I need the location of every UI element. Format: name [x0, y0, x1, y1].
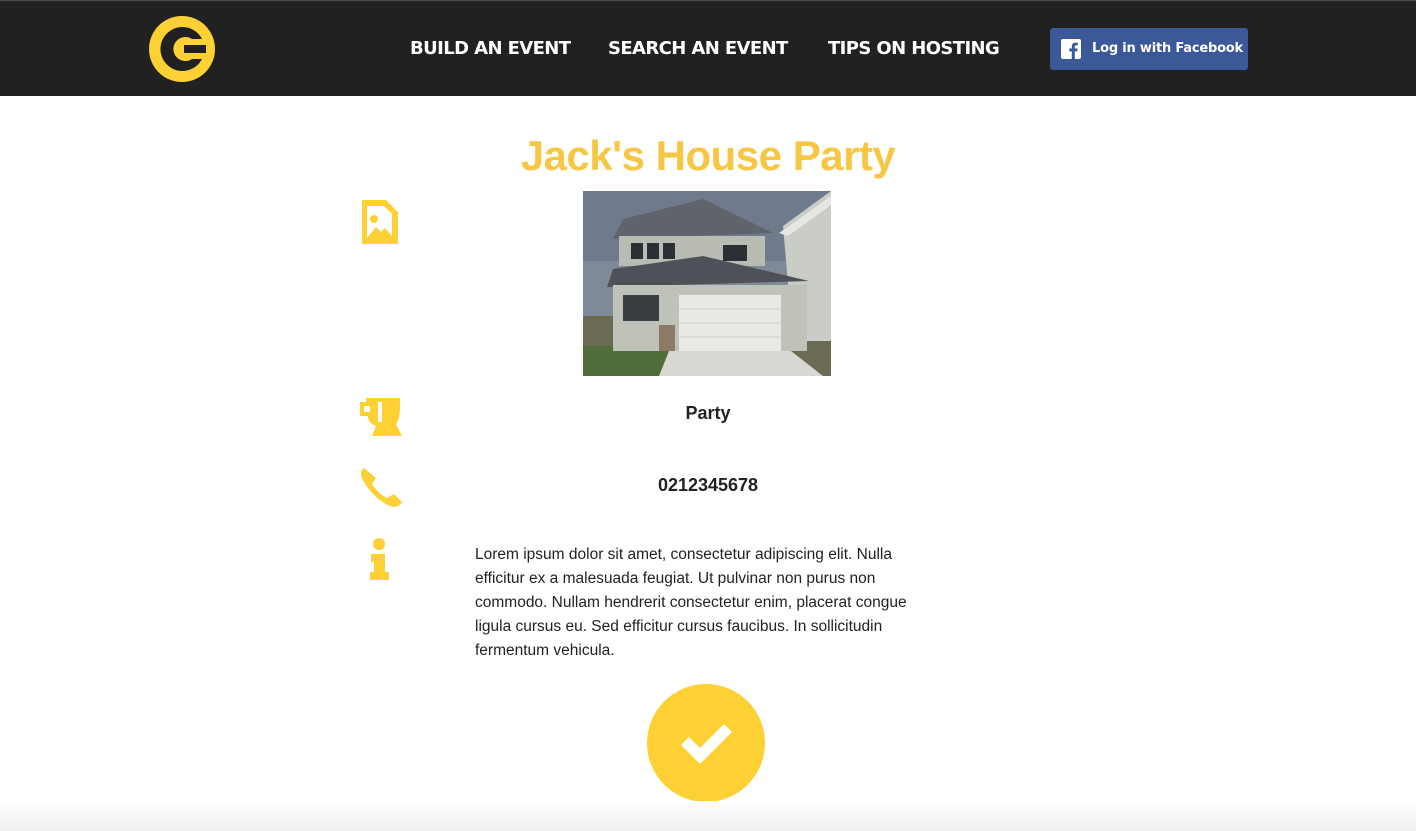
event-title: Jack's House Party — [520, 132, 896, 179]
info-icon — [356, 536, 404, 587]
facebook-login-button[interactable]: Log in with Facebook — [1050, 28, 1248, 70]
nav-tips-on-hosting[interactable]: TIPS ON HOSTING — [828, 38, 1000, 59]
nav-build-an-event[interactable]: BUILD AN EVENT — [410, 38, 571, 59]
bottom-edge — [0, 801, 1416, 831]
event-phone: 0212345678 — [657, 475, 759, 495]
event-type: Party — [685, 403, 731, 423]
event-description: Lorem ipsum dolor sit amet, consectetur … — [475, 546, 907, 659]
top-navbar: BUILD AN EVENT SEARCH AN EVENT TIPS ON H… — [0, 0, 1416, 96]
nav-search-an-event[interactable]: SEARCH AN EVENT — [608, 38, 788, 59]
image-icon — [356, 198, 404, 251]
confirm-button[interactable] — [647, 684, 765, 802]
facebook-login-label: Log in with Facebook — [1092, 41, 1243, 56]
checkmark-icon — [681, 724, 732, 764]
event-photo — [583, 191, 831, 376]
facebook-icon — [1061, 39, 1081, 59]
brand-logo-icon[interactable] — [148, 15, 216, 83]
